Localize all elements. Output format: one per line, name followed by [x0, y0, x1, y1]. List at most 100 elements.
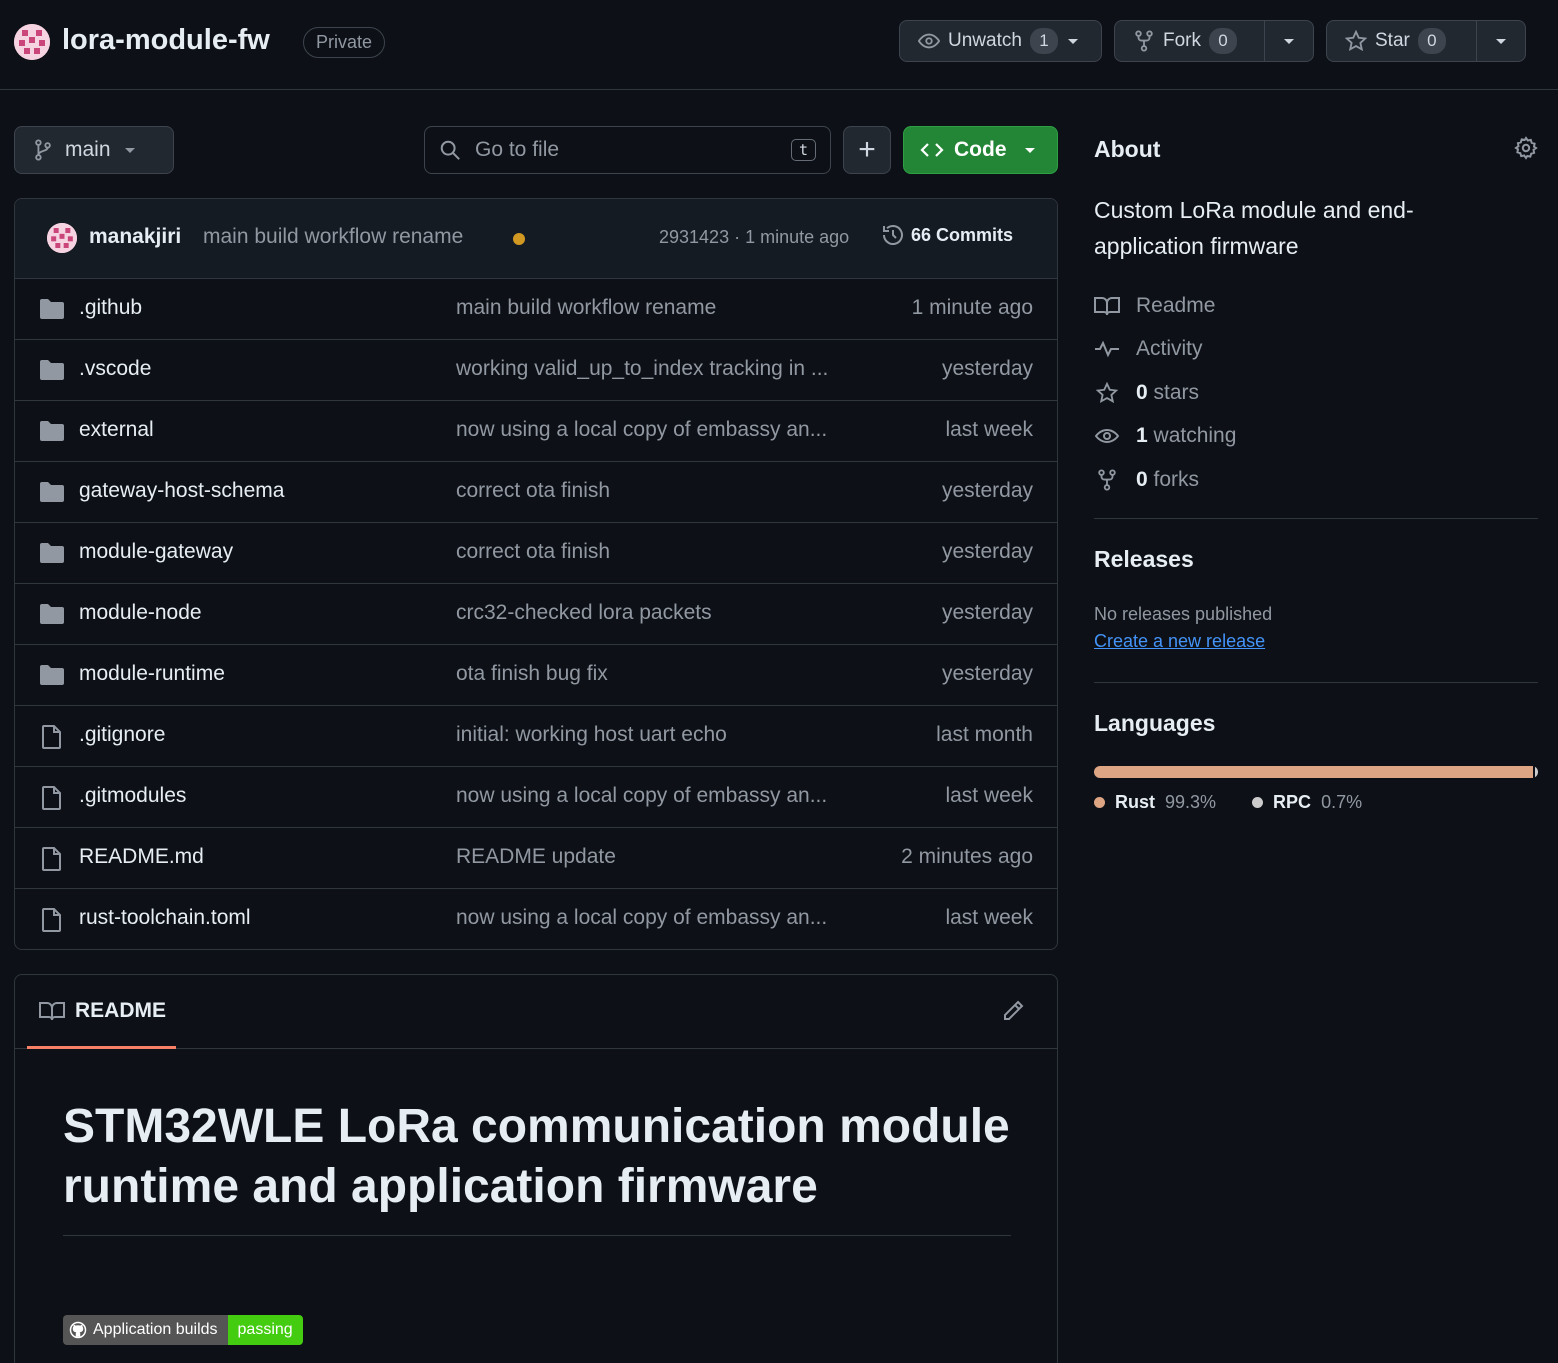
repo-header: lora-module-fw Private Unwatch 1 Fork 0 [0, 0, 1558, 90]
stars-link[interactable]: 0 stars [1094, 371, 1236, 415]
fork-button[interactable]: Fork 0 [1115, 21, 1264, 61]
badge-left: Application builds [63, 1315, 228, 1345]
repo-name-link[interactable]: lora-module-fw [62, 24, 270, 57]
file-name-link[interactable]: .gitignore [79, 723, 165, 747]
file-commit-time: last week [945, 784, 1033, 807]
watching-count: 1 [1136, 424, 1148, 448]
stars-count: 0 [1136, 380, 1148, 404]
branch-selector[interactable]: main [14, 126, 174, 174]
book-icon [1094, 295, 1120, 317]
file-icon [39, 907, 65, 933]
file-commit-message-link[interactable]: now using a local copy of embassy an... [456, 906, 827, 930]
commit-author-avatar[interactable] [47, 223, 77, 253]
star-button[interactable]: Star 0 [1327, 21, 1476, 61]
readme-panel: README STM32WLE LoRa communication modul… [14, 974, 1058, 1363]
file-commit-message-link[interactable]: README update [456, 845, 616, 869]
star-dropdown-button[interactable] [1476, 21, 1525, 61]
file-commit-time: yesterday [941, 540, 1033, 563]
commits-link[interactable]: 66 Commits [881, 223, 1013, 247]
file-commit-message-link[interactable]: correct ota finish [456, 540, 610, 564]
file-row: module-gateway correct ota finish yesterda… [15, 523, 1057, 584]
language-percent: 0.7% [1321, 792, 1363, 812]
no-releases-text: No releases published [1094, 604, 1273, 624]
file-commit-message-link[interactable]: now using a local copy of embassy an... [456, 418, 827, 442]
file-row: .github main build workflow rename 1 minut… [15, 279, 1057, 340]
commit-status-indicator[interactable] [513, 233, 525, 245]
file-commit-message-link[interactable]: crc32-checked lora packets [456, 601, 712, 625]
language-name: RPC [1273, 792, 1312, 812]
language-bar-segment [1094, 766, 1533, 778]
unwatch-button[interactable]: Unwatch 1 [900, 21, 1092, 61]
edit-readme-button[interactable] [1001, 999, 1025, 1023]
pulse-icon [1094, 338, 1120, 360]
commit-hash-time[interactable]: 2931423 · 1 minute ago [659, 227, 849, 248]
visibility-badge: Private [303, 27, 386, 58]
about-heading: About [1094, 136, 1161, 162]
activity-link[interactable]: Activity [1094, 328, 1236, 372]
star-icon [1345, 30, 1367, 52]
readme-link[interactable]: Readme [1094, 284, 1236, 328]
sidebar-divider [1094, 682, 1538, 683]
file-name-link[interactable]: module-gateway [79, 540, 233, 564]
language-color-dot [1094, 797, 1105, 808]
file-commit-message-link[interactable]: working valid_up_to_index tracking in ..… [456, 357, 828, 381]
releases-heading[interactable]: Releases [1094, 546, 1194, 573]
file-name-link[interactable]: gateway-host-schema [79, 479, 284, 503]
folder-icon [39, 358, 65, 382]
about-settings-button[interactable] [1514, 136, 1538, 160]
code-icon [920, 140, 944, 160]
file-commit-time: yesterday [941, 357, 1033, 380]
commit-message[interactable]: main build workflow rename [203, 225, 463, 249]
code-button[interactable]: Code [903, 126, 1058, 174]
fork-dropdown-button[interactable] [1264, 21, 1313, 61]
history-icon [881, 223, 905, 247]
fork-counter: 0 [1209, 28, 1237, 54]
file-commit-time: yesterday [941, 601, 1033, 624]
go-to-file-input[interactable] [475, 138, 777, 162]
forks-link[interactable]: 0 forks [1094, 458, 1236, 502]
language-item[interactable]: Rust 99.3% [1094, 792, 1216, 813]
language-name: Rust [1115, 792, 1155, 812]
file-name-link[interactable]: external [79, 418, 154, 442]
create-release-link[interactable]: Create a new release [1094, 631, 1265, 652]
add-file-button[interactable]: + [843, 126, 891, 174]
file-list: .github main build workflow rename 1 minut… [15, 279, 1057, 949]
file-commit-message-link[interactable]: main build workflow rename [456, 296, 716, 320]
file-commit-message-link[interactable]: now using a local copy of embassy an... [456, 784, 827, 808]
search-shortcut-key: t [790, 139, 816, 161]
file-commit-message-link[interactable]: initial: working host uart echo [456, 723, 727, 747]
about-links: Readme Activity 0 stars 1 watching 0 for… [1094, 284, 1236, 502]
file-name-link[interactable]: .github [79, 296, 142, 320]
file-commit-message-link[interactable]: ota finish bug fix [456, 662, 608, 686]
folder-icon [39, 663, 65, 687]
fork-label: Fork [1163, 30, 1201, 51]
folder-icon [39, 419, 65, 443]
caret-down-icon [1494, 34, 1508, 48]
folder-icon [39, 541, 65, 565]
language-color-dot [1252, 797, 1264, 808]
readme-tab[interactable]: README [39, 999, 166, 1023]
sidebar-divider [1094, 518, 1538, 519]
file-row: .gitmodules now using a local copy of emb… [15, 767, 1057, 828]
repo-owner-avatar[interactable] [14, 24, 50, 60]
file-name-link[interactable]: .vscode [79, 357, 151, 381]
file-name-link[interactable]: module-runtime [79, 662, 225, 686]
fork-button-group: Fork 0 [1114, 20, 1314, 62]
build-status-badge[interactable]: Application builds passing [63, 1315, 303, 1345]
forks-label: forks [1153, 467, 1200, 491]
file-commit-message-link[interactable]: correct ota finish [456, 479, 610, 503]
file-name-link[interactable]: rust-toolchain.toml [79, 906, 251, 930]
language-item[interactable]: RPC 0.7% [1252, 792, 1362, 813]
caret-down-icon [1066, 34, 1080, 48]
file-name-link[interactable]: .gitmodules [79, 784, 186, 808]
go-to-file-search: t [424, 126, 831, 174]
file-name-link[interactable]: README.md [79, 845, 204, 869]
caret-down-icon [1282, 34, 1296, 48]
file-name-link[interactable]: module-node [79, 601, 202, 625]
commit-author[interactable]: manakjiri [89, 225, 181, 249]
file-row: gateway-host-schema correct ota finish yes… [15, 462, 1057, 523]
watching-link[interactable]: 1 watching [1094, 415, 1236, 459]
gear-icon [1514, 136, 1538, 160]
languages-heading: Languages [1094, 710, 1216, 736]
star-button-group: Star 0 [1326, 20, 1526, 62]
